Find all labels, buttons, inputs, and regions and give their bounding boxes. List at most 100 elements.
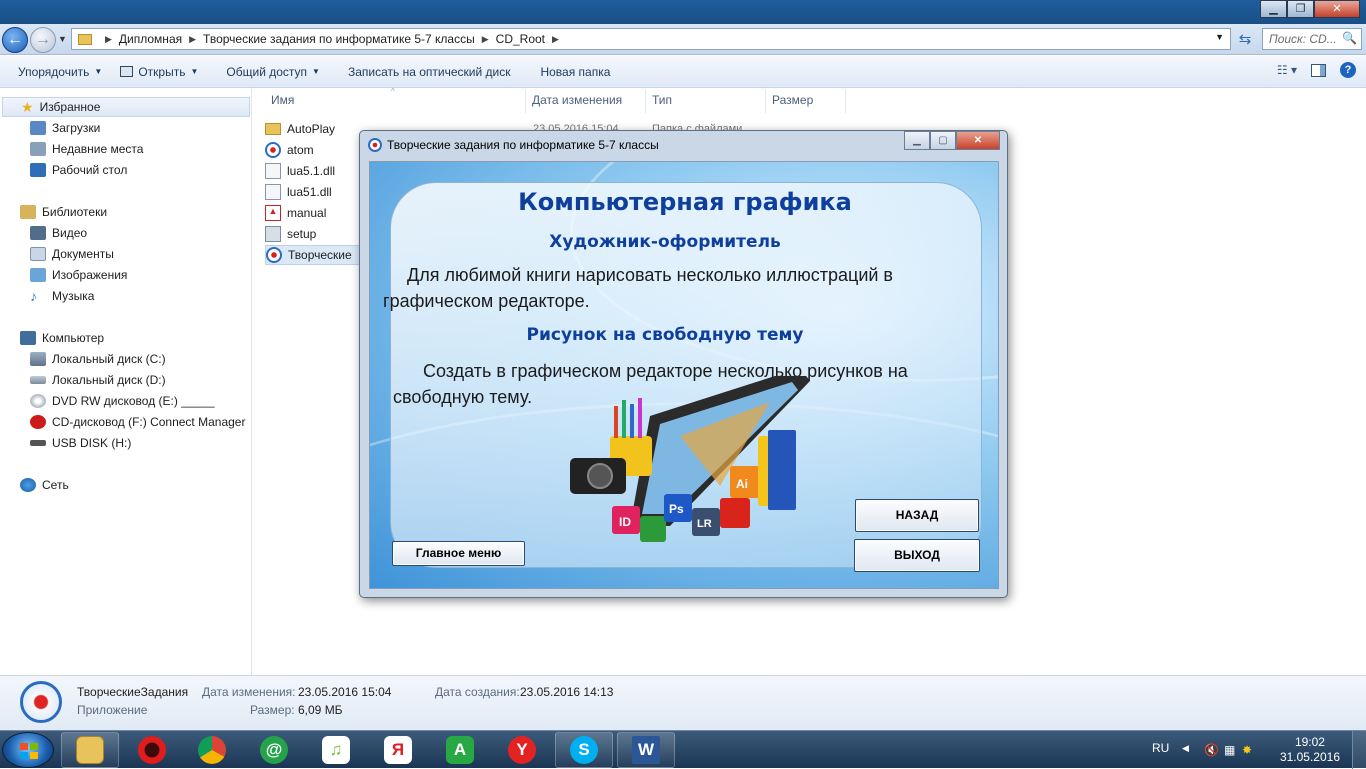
taskbar-yandex-browser[interactable]: Y	[493, 732, 551, 768]
minimize-button[interactable]: ▁	[1260, 0, 1287, 18]
breadcrumb-item[interactable]: Творческие задания по информатике 5-7 кл…	[203, 32, 475, 46]
nav-item-cd[interactable]: CD-дисковод (F:) Connect Manager	[30, 412, 245, 432]
burn-label: Записать на оптический диск	[347, 64, 511, 79]
notification-icon[interactable]: ✸	[1242, 743, 1252, 757]
downloads-folder-icon	[30, 121, 46, 135]
help-icon[interactable]: ?	[1340, 62, 1356, 78]
breadcrumb-separator-icon[interactable]: ▶	[105, 34, 112, 45]
nav-label: Локальный диск (C:)	[52, 352, 166, 366]
command-toolbar: Упорядочить ▼ Открыть ▼ Общий доступ ▼ Запи…	[0, 56, 1366, 88]
system-tray: RU ◀ 🔇 ▦ ✸ 19:02 31.05.2016	[1142, 731, 1366, 769]
column-name[interactable]: Имя	[271, 93, 294, 107]
new-folder-button[interactable]: Новая папка	[540, 65, 610, 79]
organize-button[interactable]: Упорядочить ▼	[18, 65, 102, 79]
dvd-drive-icon	[30, 394, 46, 408]
window-controls: ▁ ❐ ✕	[1260, 0, 1360, 18]
window-icon	[120, 66, 134, 77]
search-icon[interactable]: 🔍	[1342, 31, 1357, 45]
tray-expand-icon[interactable]: ◀	[1182, 743, 1189, 754]
language-indicator[interactable]: RU	[1152, 741, 1169, 755]
exit-button[interactable]: ВЫХОД	[854, 539, 980, 572]
nav-item-network[interactable]: Сеть	[20, 475, 69, 495]
taskbar-appstore[interactable]: A	[431, 732, 489, 768]
nav-item-images[interactable]: Изображения	[30, 265, 127, 285]
address-field[interactable]: ▶ Дипломная ▶ Творческие задания по инфо…	[71, 28, 1231, 50]
atom-icon	[368, 138, 382, 152]
nav-item-libraries[interactable]: Библиотеки	[20, 202, 107, 222]
details-kind: Приложение	[77, 703, 148, 717]
column-divider[interactable]	[765, 89, 766, 113]
nav-item-downloads[interactable]: Загрузки	[30, 118, 100, 138]
column-type[interactable]: Тип	[652, 93, 672, 107]
recent-places-icon	[30, 142, 46, 156]
forward-button[interactable]: →	[30, 27, 56, 53]
column-divider[interactable]	[525, 89, 526, 113]
breadcrumb-separator-icon[interactable]: ▶	[482, 34, 489, 45]
nav-item-desktop[interactable]: Рабочий стол	[30, 160, 127, 180]
share-label: Общий доступ	[226, 64, 308, 79]
start-button[interactable]	[2, 732, 54, 768]
nav-label: Сеть	[42, 478, 69, 492]
video-icon	[30, 226, 46, 240]
taskbar-yandex[interactable]: Я	[369, 732, 427, 768]
column-size[interactable]: Размер	[772, 93, 813, 107]
clock[interactable]: 19:02 31.05.2016	[1280, 735, 1340, 765]
nav-item-usb[interactable]: USB DISK (H:)	[30, 433, 131, 453]
list-item-selected[interactable]: Творческие	[265, 245, 360, 265]
taskbar-skype[interactable]: S	[555, 732, 613, 768]
search-input[interactable]: Поиск: CD... 🔍	[1262, 28, 1362, 50]
back-button[interactable]: ←	[2, 27, 28, 53]
dialog-minimize-button[interactable]: ▁	[904, 131, 930, 150]
file-name: lua51.dll	[287, 185, 332, 199]
breadcrumb-item[interactable]: CD_Root	[496, 32, 545, 46]
address-dropdown-icon[interactable]: ▼	[1215, 32, 1224, 42]
nav-item-video[interactable]: Видео	[30, 223, 87, 243]
breadcrumb-item[interactable]: Дипломная	[119, 32, 182, 46]
refresh-icon[interactable]: ⇆	[1235, 30, 1255, 50]
nav-item-music[interactable]: ♪ Музыка	[30, 286, 94, 306]
dialog-maximize-button[interactable]: ▢	[930, 131, 956, 150]
pdf-file-icon: ▲	[265, 205, 281, 221]
open-button[interactable]: Открыть ▼	[120, 65, 198, 79]
nav-item-favorites[interactable]: ★ Избранное	[2, 97, 250, 117]
clock-date: 31.05.2016	[1279, 750, 1340, 764]
breadcrumb-separator-icon[interactable]: ▶	[552, 34, 559, 45]
taskbar-opera[interactable]	[123, 732, 181, 768]
taskbar-explorer[interactable]	[61, 732, 119, 768]
close-button[interactable]: ✕	[1314, 0, 1360, 18]
nav-item-computer[interactable]: Компьютер	[20, 328, 104, 348]
taskbar-word[interactable]: W	[617, 732, 675, 768]
taskbar-music[interactable]: ♫	[307, 732, 365, 768]
history-dropdown-icon[interactable]: ▼	[58, 34, 67, 44]
show-desktop-button[interactable]	[1352, 731, 1366, 769]
nav-item-dvd[interactable]: DVD RW дисковод (E:) _____	[30, 391, 215, 411]
column-divider[interactable]	[645, 89, 646, 113]
breadcrumb-separator-icon[interactable]: ▶	[189, 34, 196, 45]
back-dialog-button[interactable]: НАЗАД	[855, 499, 979, 532]
share-button[interactable]: Общий доступ ▼	[226, 65, 320, 79]
nav-item-disk-d[interactable]: Локальный диск (D:)	[30, 370, 166, 390]
details-mod-label: Дата изменения:	[202, 685, 296, 699]
volume-muted-icon[interactable]: 🔇	[1204, 743, 1219, 757]
dll-file-icon	[265, 184, 281, 200]
burn-button[interactable]: Записать на оптический диск	[348, 65, 511, 79]
nav-label: Видео	[52, 226, 88, 240]
preview-pane-icon[interactable]	[1311, 63, 1326, 77]
nav-item-recent[interactable]: Недавние места	[30, 139, 143, 159]
details-size-label: Размер:	[250, 703, 295, 717]
view-options-icon[interactable]: ☷ ▾	[1277, 63, 1297, 77]
column-divider[interactable]	[845, 89, 846, 113]
taskbar-mail[interactable]: @	[245, 732, 303, 768]
dialog-close-button[interactable]: ✕	[956, 131, 1000, 150]
main-menu-button[interactable]: Главное меню	[392, 541, 525, 566]
app-dialog: Творческие задания по информатике 5-7 кл…	[359, 130, 1008, 598]
taskbar-chrome[interactable]	[183, 732, 241, 768]
nav-item-documents[interactable]: Документы	[30, 244, 114, 264]
chrome-icon	[198, 736, 226, 764]
nav-label: Локальный диск (D:)	[52, 373, 166, 387]
nav-item-disk-c[interactable]: Локальный диск (C:)	[30, 349, 166, 369]
column-date[interactable]: Дата изменения	[532, 93, 622, 107]
maximize-button[interactable]: ❐	[1287, 0, 1314, 18]
details-created-value: 23.05.2016 14:13	[520, 685, 614, 699]
network-tray-icon[interactable]: ▦	[1224, 743, 1235, 757]
